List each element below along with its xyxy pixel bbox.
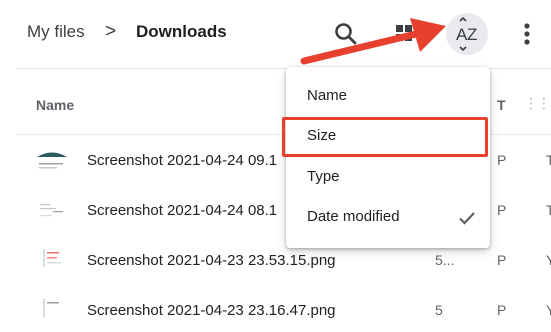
file-row[interactable]: Screenshot 2021-04-23 23.16.47.png 5 P Y: [0, 292, 551, 332]
more-vert-icon: [524, 23, 530, 45]
menu-item-label: Name: [307, 87, 348, 104]
file-type: P: [497, 302, 507, 318]
file-date: Y: [546, 252, 551, 268]
file-name: Screenshot 2021-04-23 23.16.47.png: [87, 302, 336, 319]
file-name: Screenshot 2021-04-23 23.53.15.png: [87, 252, 336, 269]
column-header-name[interactable]: Name: [36, 97, 74, 113]
breadcrumb-my-files[interactable]: My files: [27, 22, 85, 42]
size-highlight-annotation: [282, 117, 488, 157]
sort-menu: Name Size Type Date modified: [286, 67, 490, 248]
svg-text:Z: Z: [467, 25, 477, 44]
toolbar: My files > Downloads A Z: [0, 0, 551, 68]
column-resize-handle[interactable]: ⋮⋮: [524, 95, 551, 112]
file-date: T: [546, 202, 551, 218]
column-header-type[interactable]: T: [497, 97, 506, 113]
sort-az-icon: A Z: [456, 16, 477, 52]
breadcrumb-downloads[interactable]: Downloads: [136, 22, 227, 42]
sort-menu-item-date-modified[interactable]: Date modified: [286, 198, 490, 238]
more-options-button[interactable]: [515, 19, 539, 49]
file-type: P: [497, 202, 507, 218]
menu-item-label: Date modified: [307, 208, 400, 225]
checkmark-icon: [459, 212, 475, 225]
sort-menu-item-type[interactable]: Type: [286, 158, 490, 198]
sort-menu-item-name[interactable]: Name: [286, 77, 490, 117]
file-size: 5: [435, 302, 443, 318]
file-thumbnail: [37, 246, 67, 270]
file-name: Screenshot 2021-04-24 09.1: [87, 152, 278, 169]
menu-item-label: Type: [307, 168, 340, 185]
file-date: T: [546, 152, 551, 168]
file-thumbnail: [37, 198, 67, 222]
annotation-arrow-icon: [300, 18, 446, 65]
breadcrumb-separator: >: [105, 21, 117, 42]
file-thumbnail: [37, 148, 67, 172]
file-date: Y: [546, 302, 551, 318]
file-type: P: [497, 152, 507, 168]
sort-button[interactable]: A Z: [446, 13, 488, 55]
file-size: 5...: [435, 252, 455, 268]
file-thumbnail: [37, 296, 67, 320]
file-name: Screenshot 2021-04-24 08.1: [87, 202, 278, 219]
file-type: P: [497, 252, 507, 268]
